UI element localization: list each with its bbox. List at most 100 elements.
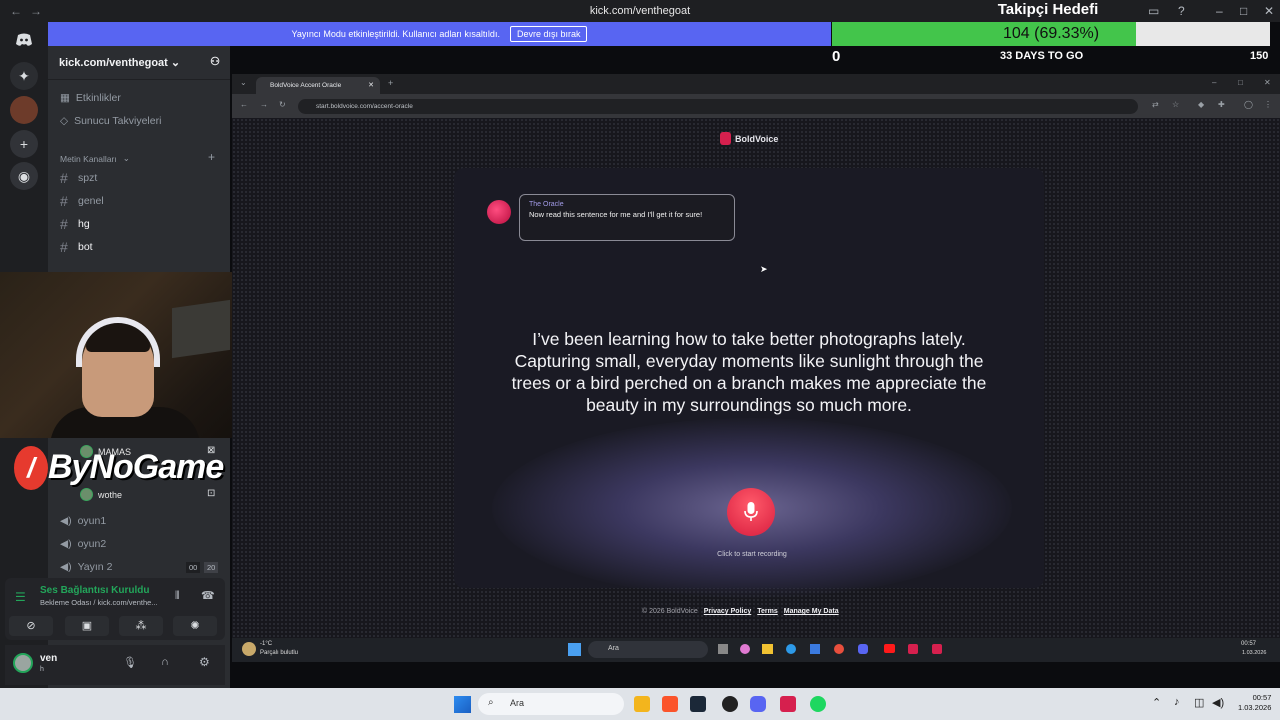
privacy-link[interactable]: Privacy Policy bbox=[704, 608, 751, 615]
new-tab-icon[interactable]: + bbox=[388, 78, 393, 88]
search-icon: ⌕ bbox=[488, 697, 494, 708]
youtube-icon[interactable] bbox=[884, 644, 895, 653]
window-minimize-icon[interactable]: – bbox=[1212, 78, 1216, 87]
clock-time: 00:57 bbox=[1252, 693, 1272, 702]
oracle-message: Now read this sentence for me and I'll g… bbox=[529, 210, 703, 219]
file-explorer-icon[interactable] bbox=[634, 696, 650, 712]
tab-search-icon[interactable]: ⌄ bbox=[240, 78, 247, 87]
windows-start-icon[interactable] bbox=[454, 696, 471, 713]
camera-off-button[interactable]: ⊘ bbox=[9, 616, 53, 636]
channel-genel[interactable]: # genel bbox=[60, 193, 104, 209]
voice-user-mamas[interactable]: MAMAS bbox=[80, 445, 131, 458]
app-icon[interactable] bbox=[780, 696, 796, 712]
store-icon[interactable] bbox=[810, 644, 820, 654]
voice-channel-oyun2[interactable]: ◀) oyun2 bbox=[60, 538, 106, 550]
mask-icon: ⊡ bbox=[207, 488, 216, 499]
discord-home-icon[interactable] bbox=[10, 26, 38, 54]
category-text-channels[interactable]: Metin Kanalları ⌄ bbox=[60, 153, 130, 164]
close-icon[interactable]: ✕ bbox=[1264, 4, 1274, 18]
network-icon[interactable]: ◫ bbox=[1194, 696, 1204, 709]
bynogame-logo: ByNoGame bbox=[48, 448, 224, 486]
window-maximize-icon[interactable]: □ bbox=[1238, 78, 1243, 87]
edge-icon[interactable] bbox=[786, 644, 796, 654]
microphone-tray-icon[interactable]: ♪ bbox=[1174, 696, 1180, 708]
voice-user-wothe[interactable]: wothe bbox=[80, 488, 122, 501]
avatar[interactable] bbox=[13, 653, 33, 673]
volume-icon[interactable]: ◀) bbox=[1212, 696, 1224, 709]
goal-days-left: 33 DAYS TO GO bbox=[1000, 50, 1084, 62]
reload-icon[interactable]: ↻ bbox=[279, 100, 286, 109]
copilot-icon[interactable] bbox=[740, 644, 750, 654]
sidebar-item-boosts[interactable]: ◇ Sunucu Takviyeleri bbox=[60, 115, 161, 127]
voice-channel-oyun1[interactable]: ◀) oyun1 bbox=[60, 515, 106, 527]
discord-icon[interactable] bbox=[750, 696, 766, 712]
chrome-icon[interactable] bbox=[834, 644, 844, 654]
discord-icon[interactable] bbox=[858, 644, 868, 654]
windows-start-icon[interactable] bbox=[568, 643, 581, 656]
disable-streamer-mode-button[interactable]: Devre dışı bırak bbox=[509, 26, 588, 42]
shield-icon[interactable]: ◆ bbox=[1198, 100, 1204, 109]
channel-hg[interactable]: # hg bbox=[60, 216, 90, 232]
add-server-icon[interactable]: + bbox=[10, 130, 38, 158]
forward-icon[interactable]: → bbox=[260, 100, 268, 109]
brave-icon[interactable] bbox=[662, 696, 678, 712]
boldvoice-app-icon[interactable] bbox=[932, 644, 942, 654]
obs-icon[interactable] bbox=[722, 696, 738, 712]
soundboard-button[interactable]: ✺ bbox=[173, 616, 217, 636]
explore-icon[interactable]: ◉ bbox=[10, 162, 38, 190]
star-icon[interactable]: ☆ bbox=[1172, 100, 1179, 109]
record-button[interactable] bbox=[727, 488, 775, 536]
headphones-icon[interactable]: ∩ bbox=[161, 656, 169, 668]
gear-icon[interactable]: ⚙ bbox=[199, 655, 210, 669]
back-icon[interactable]: ← bbox=[240, 100, 248, 109]
add-member-icon[interactable]: ⚇ bbox=[210, 55, 220, 68]
inner-search-box[interactable]: Ara bbox=[588, 641, 708, 658]
profile-icon[interactable]: ◯ bbox=[1244, 100, 1253, 109]
disconnect-icon[interactable]: ☎ bbox=[201, 589, 215, 602]
menu-icon[interactable]: ⋮ bbox=[1264, 100, 1272, 109]
voice-status[interactable]: Ses Bağlantısı Kuruldu bbox=[40, 585, 149, 596]
spotify-icon[interactable] bbox=[810, 696, 826, 712]
boldvoice-brand[interactable]: BoldVoice bbox=[720, 132, 778, 145]
inbox-icon[interactable]: ▭ bbox=[1148, 4, 1159, 18]
translate-icon[interactable]: ⇄ bbox=[1152, 100, 1159, 109]
file-explorer-icon[interactable] bbox=[762, 644, 773, 654]
maximize-icon[interactable]: □ bbox=[1240, 4, 1247, 18]
voice-channel-yayin2[interactable]: ◀) Yayın 2 bbox=[60, 561, 112, 573]
browser-tab[interactable]: BoldVoice Accent Oracle ✕ bbox=[256, 77, 380, 94]
server-icon-1[interactable]: ✦ bbox=[10, 62, 38, 90]
taskbar-clock[interactable]: 00:57 1.03.2026 bbox=[1238, 693, 1271, 713]
add-channel-icon[interactable]: + bbox=[208, 150, 215, 164]
noise-icon[interactable]: ⫴ bbox=[175, 590, 180, 603]
taskbar-search-box[interactable]: ⌕ Ara bbox=[478, 693, 624, 715]
channel-spzt[interactable]: # spzt bbox=[60, 170, 97, 186]
steam-icon[interactable] bbox=[690, 696, 706, 712]
tab-close-icon[interactable]: ✕ bbox=[368, 81, 374, 89]
microphone-icon[interactable]: 🎙︎ bbox=[123, 656, 137, 669]
clock-date: 1.03.2026 bbox=[1238, 703, 1272, 712]
sidebar-item-events[interactable]: ▦ Etkinlikler bbox=[60, 92, 121, 104]
help-icon[interactable]: ? bbox=[1178, 4, 1185, 18]
screen-share-button[interactable]: ▣ bbox=[65, 616, 109, 636]
poster bbox=[172, 299, 230, 359]
terms-link[interactable]: Terms bbox=[757, 608, 778, 615]
tab-title: BoldVoice Accent Oracle bbox=[270, 82, 342, 89]
user-panel: ven h 🎙︎ ∩ ⚙ bbox=[5, 645, 225, 685]
tray-chevron-icon[interactable]: ⌃ bbox=[1152, 696, 1161, 709]
window-close-icon[interactable]: ✕ bbox=[1264, 78, 1271, 87]
url-input[interactable]: start.boldvoice.com/accent-oracle bbox=[298, 99, 1138, 114]
channel-bot[interactable]: # bot bbox=[60, 239, 93, 255]
chevron-down-icon: ⌄ bbox=[170, 57, 181, 69]
task-view-icon[interactable] bbox=[718, 644, 728, 654]
server-icon-2[interactable] bbox=[10, 96, 38, 124]
server-name: kick.com/venthegoat bbox=[59, 57, 168, 69]
copyright: © 2026 BoldVoice bbox=[642, 608, 698, 615]
speaker-icon: ◀) bbox=[60, 538, 72, 550]
activities-button[interactable]: ⁂ bbox=[119, 616, 163, 636]
manage-data-link[interactable]: Manage My Data bbox=[784, 608, 839, 615]
minimize-icon[interactable]: – bbox=[1216, 4, 1223, 18]
server-header[interactable]: kick.com/venthegoat ⌄ ⚇ bbox=[48, 46, 230, 80]
extensions-icon[interactable]: ✚ bbox=[1218, 100, 1225, 109]
app-icon[interactable] bbox=[908, 644, 918, 654]
user-status: h bbox=[40, 666, 44, 673]
